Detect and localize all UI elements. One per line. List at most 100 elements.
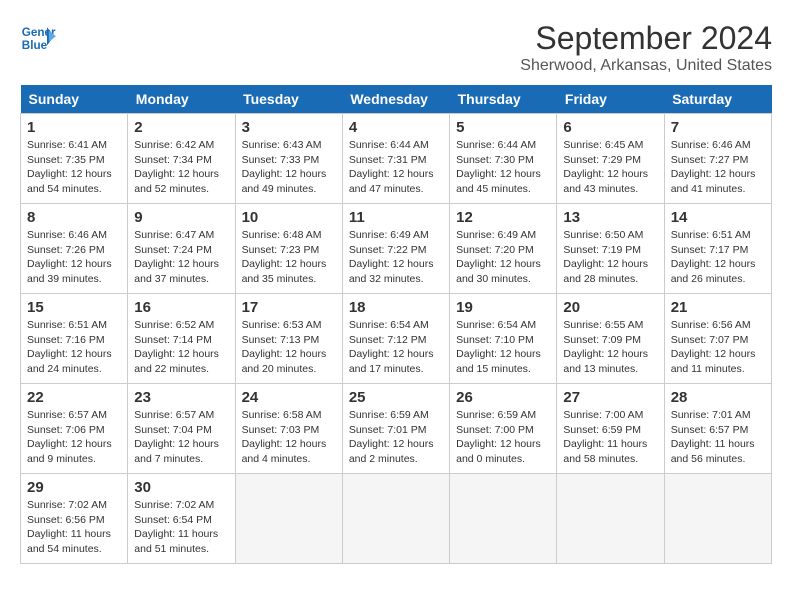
calendar-day: 29 Sunrise: 7:02 AMSunset: 6:56 PMDayligh… xyxy=(21,474,128,564)
calendar-week-row: 22 Sunrise: 6:57 AMSunset: 7:06 PMDayligh… xyxy=(21,384,772,474)
day-number: 2 xyxy=(134,119,228,136)
day-number: 17 xyxy=(242,299,336,316)
day-number: 20 xyxy=(563,299,657,316)
day-info: Sunrise: 6:46 AMSunset: 7:27 PMDaylight:… xyxy=(671,138,765,197)
calendar-day: 14 Sunrise: 6:51 AMSunset: 7:17 PMDayligh… xyxy=(664,204,771,294)
calendar-day: 23 Sunrise: 6:57 AMSunset: 7:04 PMDayligh… xyxy=(128,384,235,474)
calendar-day: 30 Sunrise: 7:02 AMSunset: 6:54 PMDayligh… xyxy=(128,474,235,564)
calendar-week-row: 1 Sunrise: 6:41 AMSunset: 7:35 PMDaylight… xyxy=(21,114,772,204)
calendar-table: SundayMondayTuesdayWednesdayThursdayFrid… xyxy=(20,85,772,564)
calendar-day: 28Sunrise: 7:01 AMSunset: 6:57 PMDayligh… xyxy=(664,384,771,474)
calendar-day: 20 Sunrise: 6:55 AMSunset: 7:09 PMDayligh… xyxy=(557,294,664,384)
calendar-day: 17 Sunrise: 6:53 AMSunset: 7:13 PMDayligh… xyxy=(235,294,342,384)
day-number: 27 xyxy=(563,389,657,406)
day-number: 8 xyxy=(27,209,121,226)
col-header-monday: Monday xyxy=(128,85,235,114)
calendar-header-row: SundayMondayTuesdayWednesdayThursdayFrid… xyxy=(21,85,772,114)
calendar-day: 15 Sunrise: 6:51 AMSunset: 7:16 PMDayligh… xyxy=(21,294,128,384)
col-header-thursday: Thursday xyxy=(450,85,557,114)
calendar-day: 9Sunrise: 6:47 AMSunset: 7:24 PMDaylight… xyxy=(128,204,235,294)
day-info: Sunrise: 6:57 AMSunset: 7:06 PMDaylight:… xyxy=(27,408,121,467)
day-number: 11 xyxy=(349,209,443,226)
day-number: 15 xyxy=(27,299,121,316)
day-info: Sunrise: 6:42 AMSunset: 7:34 PMDaylight:… xyxy=(134,138,228,197)
calendar-day xyxy=(557,474,664,564)
calendar-day: 24 Sunrise: 6:58 AMSunset: 7:03 PMDayligh… xyxy=(235,384,342,474)
location-title: Sherwood, Arkansas, United States xyxy=(520,57,772,75)
logo-icon: General Blue xyxy=(20,20,56,56)
day-number: 13 xyxy=(563,209,657,226)
calendar-day: 16Sunrise: 6:52 AMSunset: 7:14 PMDayligh… xyxy=(128,294,235,384)
month-title: September 2024 xyxy=(520,20,772,57)
day-number: 21 xyxy=(671,299,765,316)
col-header-sunday: Sunday xyxy=(21,85,128,114)
calendar-day: 5 Sunrise: 6:44 AMSunset: 7:30 PMDaylight… xyxy=(450,114,557,204)
calendar-day: 26Sunrise: 6:59 AMSunset: 7:00 PMDayligh… xyxy=(450,384,557,474)
day-number: 23 xyxy=(134,389,228,406)
calendar-day: 11 Sunrise: 6:49 AMSunset: 7:22 PMDayligh… xyxy=(342,204,449,294)
day-number: 22 xyxy=(27,389,121,406)
calendar-day: 27 Sunrise: 7:00 AMSunset: 6:59 PMDayligh… xyxy=(557,384,664,474)
calendar-day: 3 Sunrise: 6:43 AMSunset: 7:33 PMDaylight… xyxy=(235,114,342,204)
day-number: 5 xyxy=(456,119,550,136)
day-number: 24 xyxy=(242,389,336,406)
day-number: 16 xyxy=(134,299,228,316)
day-number: 18 xyxy=(349,299,443,316)
day-number: 12 xyxy=(456,209,550,226)
day-info: Sunrise: 6:44 AMSunset: 7:30 PMDaylight:… xyxy=(456,138,550,197)
day-info: Sunrise: 6:44 AMSunset: 7:31 PMDaylight:… xyxy=(349,138,443,197)
day-number: 29 xyxy=(27,479,121,496)
day-info: Sunrise: 7:02 AMSunset: 6:54 PMDaylight:… xyxy=(134,498,228,557)
day-info: Sunrise: 6:43 AMSunset: 7:33 PMDaylight:… xyxy=(242,138,336,197)
day-number: 3 xyxy=(242,119,336,136)
calendar-day xyxy=(450,474,557,564)
day-info: Sunrise: 6:55 AMSunset: 7:09 PMDaylight:… xyxy=(563,318,657,377)
logo: General Blue xyxy=(20,20,56,56)
calendar-day: 6Sunrise: 6:45 AMSunset: 7:29 PMDaylight… xyxy=(557,114,664,204)
day-info: Sunrise: 6:54 AMSunset: 7:10 PMDaylight:… xyxy=(456,318,550,377)
day-info: Sunrise: 6:51 AMSunset: 7:17 PMDaylight:… xyxy=(671,228,765,287)
calendar-day xyxy=(664,474,771,564)
day-info: Sunrise: 6:57 AMSunset: 7:04 PMDaylight:… xyxy=(134,408,228,467)
calendar-day: 19Sunrise: 6:54 AMSunset: 7:10 PMDayligh… xyxy=(450,294,557,384)
col-header-tuesday: Tuesday xyxy=(235,85,342,114)
calendar-week-row: 29 Sunrise: 7:02 AMSunset: 6:56 PMDayligh… xyxy=(21,474,772,564)
day-info: Sunrise: 6:51 AMSunset: 7:16 PMDaylight:… xyxy=(27,318,121,377)
day-info: Sunrise: 7:00 AMSunset: 6:59 PMDaylight:… xyxy=(563,408,657,467)
day-info: Sunrise: 6:58 AMSunset: 7:03 PMDaylight:… xyxy=(242,408,336,467)
day-info: Sunrise: 6:48 AMSunset: 7:23 PMDaylight:… xyxy=(242,228,336,287)
day-info: Sunrise: 6:41 AMSunset: 7:35 PMDaylight:… xyxy=(27,138,121,197)
day-number: 30 xyxy=(134,479,228,496)
calendar-day: 7 Sunrise: 6:46 AMSunset: 7:27 PMDaylight… xyxy=(664,114,771,204)
calendar-day: 22 Sunrise: 6:57 AMSunset: 7:06 PMDayligh… xyxy=(21,384,128,474)
day-info: Sunrise: 6:53 AMSunset: 7:13 PMDaylight:… xyxy=(242,318,336,377)
day-number: 14 xyxy=(671,209,765,226)
day-info: Sunrise: 7:02 AMSunset: 6:56 PMDaylight:… xyxy=(27,498,121,557)
day-number: 10 xyxy=(242,209,336,226)
day-number: 1 xyxy=(27,119,121,136)
col-header-wednesday: Wednesday xyxy=(342,85,449,114)
calendar-day: 13 Sunrise: 6:50 AMSunset: 7:19 PMDayligh… xyxy=(557,204,664,294)
page-header: General Blue September 2024 Sherwood, Ar… xyxy=(20,20,772,75)
day-info: Sunrise: 6:49 AMSunset: 7:22 PMDaylight:… xyxy=(349,228,443,287)
col-header-friday: Friday xyxy=(557,85,664,114)
day-number: 25 xyxy=(349,389,443,406)
day-info: Sunrise: 6:49 AMSunset: 7:20 PMDaylight:… xyxy=(456,228,550,287)
day-number: 28 xyxy=(671,389,765,406)
day-number: 9 xyxy=(134,209,228,226)
day-number: 26 xyxy=(456,389,550,406)
calendar-day: 8 Sunrise: 6:46 AMSunset: 7:26 PMDaylight… xyxy=(21,204,128,294)
calendar-day: 4 Sunrise: 6:44 AMSunset: 7:31 PMDaylight… xyxy=(342,114,449,204)
day-info: Sunrise: 6:56 AMSunset: 7:07 PMDaylight:… xyxy=(671,318,765,377)
calendar-day: 18Sunrise: 6:54 AMSunset: 7:12 PMDayligh… xyxy=(342,294,449,384)
day-number: 6 xyxy=(563,119,657,136)
calendar-day xyxy=(235,474,342,564)
calendar-day xyxy=(342,474,449,564)
day-number: 4 xyxy=(349,119,443,136)
day-info: Sunrise: 6:46 AMSunset: 7:26 PMDaylight:… xyxy=(27,228,121,287)
title-area: September 2024 Sherwood, Arkansas, Unite… xyxy=(520,20,772,75)
col-header-saturday: Saturday xyxy=(664,85,771,114)
day-info: Sunrise: 6:50 AMSunset: 7:19 PMDaylight:… xyxy=(563,228,657,287)
calendar-day: 25Sunrise: 6:59 AMSunset: 7:01 PMDayligh… xyxy=(342,384,449,474)
day-number: 7 xyxy=(671,119,765,136)
